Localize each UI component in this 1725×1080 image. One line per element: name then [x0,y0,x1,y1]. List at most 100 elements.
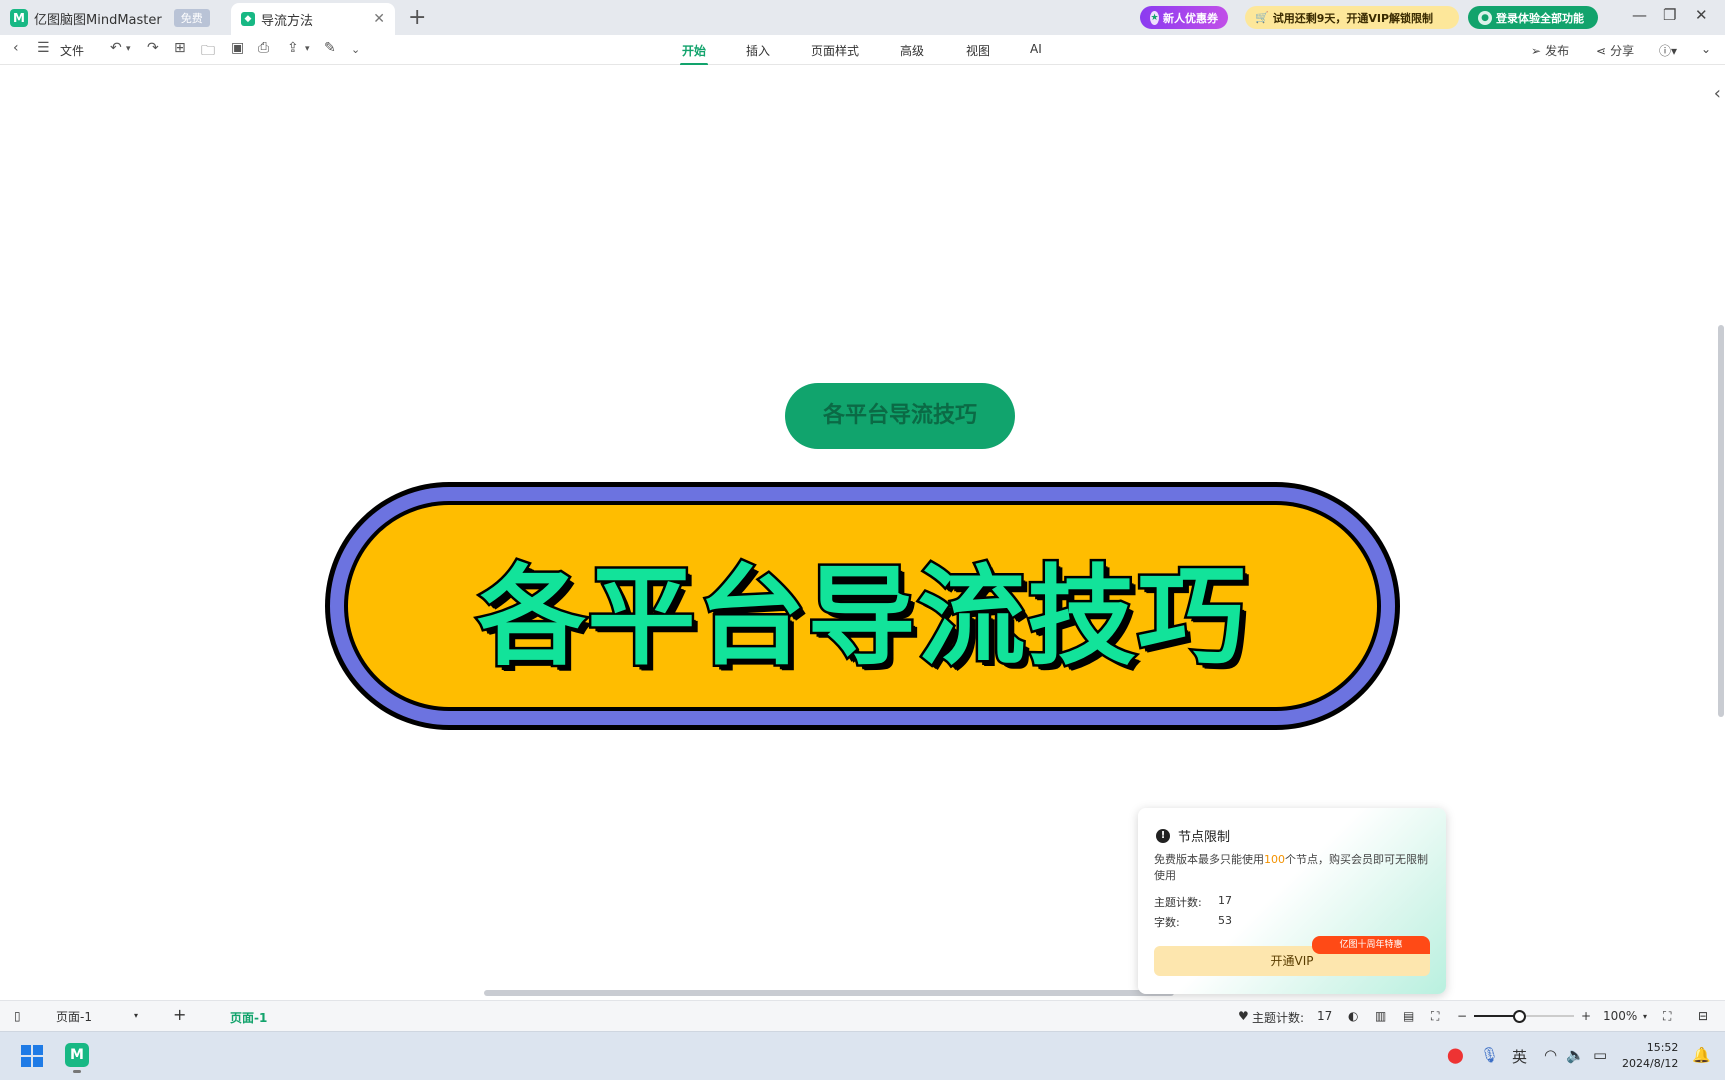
mindmap-doc-icon: ◆ [241,12,255,26]
page-panel-icon[interactable]: ▯ [14,1009,21,1023]
banner-fill: 各平台导流技巧 [348,505,1377,707]
tab-page-style[interactable]: 页面样式 [811,42,859,59]
free-badge: 免费 [173,9,210,27]
central-topic[interactable]: 各平台导流技巧 [785,383,1015,449]
chevron-down-icon: ▾ [133,1011,138,1020]
edit-icon[interactable]: ✎ [324,40,336,56]
zoom-dropdown-icon[interactable]: ▾ [1643,1012,1647,1021]
close-tab-icon[interactable]: ✕ [373,11,385,27]
document-tab-title: 导流方法 [261,13,314,29]
app-title: 亿图脑图MindMaster [34,12,162,28]
tab-insert[interactable]: 插入 [746,42,770,59]
new-file-icon[interactable]: ⊞ [174,40,186,56]
clock-date: 2024/8/12 [1622,1057,1679,1070]
system-clock[interactable]: 15:52 2024/8/12 [1622,1040,1678,1072]
wifi-icon[interactable]: ◠ [1544,1046,1557,1064]
page-tab-1[interactable]: 页面-1 [230,1009,267,1026]
side-panel-toggle-icon[interactable]: ‹ [1714,83,1721,104]
banner-title: 各平台导流技巧 [475,553,1248,683]
zoom-out-icon[interactable]: − [1457,1009,1467,1023]
status-bar: ▯ 页面-1 ▾ + 页面-1 ♥ 主题计数: 17 ◐ ▥ ▤ ⛶ − + 1… [0,1000,1725,1031]
tab-ai[interactable]: AI [1030,42,1042,56]
add-page-icon[interactable]: + [173,1005,186,1024]
tab-start[interactable]: 开始 [679,42,709,66]
cart-icon: 🛒 [1255,11,1269,24]
zoom-slider[interactable] [1474,1010,1574,1023]
tab-advanced[interactable]: 高级 [900,42,924,59]
close-window-icon[interactable]: ✕ [1695,6,1708,24]
share-label: 分享 [1610,44,1635,58]
publish-label: 发布 [1545,44,1570,58]
back-icon[interactable]: ‹ [13,40,19,56]
fit-page-icon[interactable]: ⛶ [1431,1009,1439,1024]
fullscreen-icon[interactable]: ⛶ [1663,1009,1671,1024]
print-icon[interactable]: ⎙ [258,40,269,56]
ime-language[interactable]: 英 [1512,1046,1527,1067]
microphone-icon[interactable]: 🎙 [1480,1046,1499,1064]
new-tab-plus-icon[interactable]: + [408,5,426,30]
collapse-ribbon-icon[interactable]: ⌄ [1701,42,1711,56]
title-banner-overlay: 各平台导流技巧 [325,482,1400,730]
open-folder-icon[interactable]: 🗀 [201,40,215,64]
horizontal-scrollbar[interactable] [484,990,1174,996]
split-view-icon[interactable]: ⊟ [1698,1009,1708,1023]
login-button[interactable]: ● 登录体验全部功能 [1468,6,1598,29]
windows-taskbar: M ⬤ 🎙 英 ◠ 🔈 ▭ 15:52 2024/8/12 🔔 [0,1031,1725,1080]
mindmaster-logo-icon: M [10,9,28,27]
app-tab[interactable]: M 亿图脑图MindMaster 免费 [10,4,224,32]
gift-icon: ★ [1150,10,1159,25]
status-topic-count-value: 17 [1317,1009,1333,1023]
volume-icon[interactable]: 🔈 [1566,1046,1585,1064]
popup-word-count-value: 53 [1218,914,1232,927]
vertical-scrollbar[interactable] [1718,325,1724,717]
save-icon[interactable]: ▣ [231,40,244,56]
popup-title: 节点限制 [1178,830,1231,845]
export-icon[interactable]: ⇪ [287,40,299,56]
outline-icon[interactable]: ▤ [1403,1009,1414,1023]
menu-icon[interactable]: ☰ [37,40,50,56]
minimize-icon[interactable]: — [1632,6,1647,24]
restore-icon[interactable]: ❐ [1663,6,1676,24]
anniversary-ribbon: 亿图十周年特惠 [1312,936,1430,954]
banner-ring: 各平台导流技巧 [330,487,1395,725]
help-icon[interactable]: ⓘ▾ [1659,42,1677,59]
user-icon: ● [1478,10,1492,25]
trial-vip-button[interactable]: 🛒 试用还剩9天，开通VIP解锁限制 [1245,6,1459,29]
trial-vip-label: 试用还剩9天，开通VIP解锁限制 [1272,11,1434,25]
zoom-level[interactable]: 100% [1603,1009,1637,1023]
main-toolbar: ‹ ☰ 文件 ↶ ▾ ↷ ⊞ 🗀 ▣ ⎙ ⇪ ▾ ✎ ⌄ 开始 插入 页面样式 … [0,35,1725,66]
popup-topic-count-value: 17 [1218,894,1232,907]
redo-icon[interactable]: ↷ [147,40,159,56]
popup-desc-prefix: 免费版本最多只能使用 [1154,853,1264,866]
antivirus-tray-icon[interactable]: ⬤ [1447,1046,1464,1064]
export-dropdown-icon[interactable]: ▾ [305,44,310,54]
file-menu[interactable]: 文件 [60,42,84,59]
zoom-thumb[interactable] [1513,1010,1526,1023]
theme-icon[interactable]: ◐ [1348,1009,1358,1023]
notification-bell-icon[interactable]: 🔔 [1692,1046,1711,1064]
new-user-coupon-button[interactable]: ★ 新人优惠券 [1140,6,1228,29]
popup-word-count-label: 字数: [1154,916,1180,929]
tab-view[interactable]: 视图 [966,42,990,59]
publish-button[interactable]: ➢ 发布 [1531,42,1569,59]
battery-icon[interactable]: ▭ [1593,1046,1607,1064]
page-select[interactable]: 页面-1 ▾ [48,1005,146,1027]
popup-description: 免费版本最多只能使用100个节点，购买会员即可无限制使用 [1154,852,1430,884]
popup-word-count: 字数: 53 [1154,914,1232,930]
send-icon: ➢ [1531,43,1542,58]
mindmap-canvas[interactable]: ‹ 各平台导流技巧 2 2 各平台导流技巧 [0,65,1725,1000]
status-topic-count-label: 主题计数: [1252,1011,1305,1025]
windows-start-icon[interactable] [21,1045,43,1067]
undo-icon[interactable]: ↶ [110,40,122,56]
share-button[interactable]: ⋖ 分享 [1596,42,1634,59]
document-tab[interactable]: ◆ 导流方法 ✕ [231,3,395,35]
zoom-in-icon[interactable]: + [1581,1009,1591,1023]
popup-desc-limit: 100 [1264,853,1285,866]
page-select-value: 页面-1 [56,1010,92,1024]
share-icon: ⋖ [1596,43,1607,58]
clock-time: 15:52 [1646,1041,1679,1054]
more-tools-icon[interactable]: ⌄ [351,43,360,56]
layout-icon[interactable]: ▥ [1375,1009,1386,1023]
undo-dropdown-icon[interactable]: ▾ [126,44,131,54]
mindmaster-taskbar-icon[interactable]: M [65,1043,89,1073]
